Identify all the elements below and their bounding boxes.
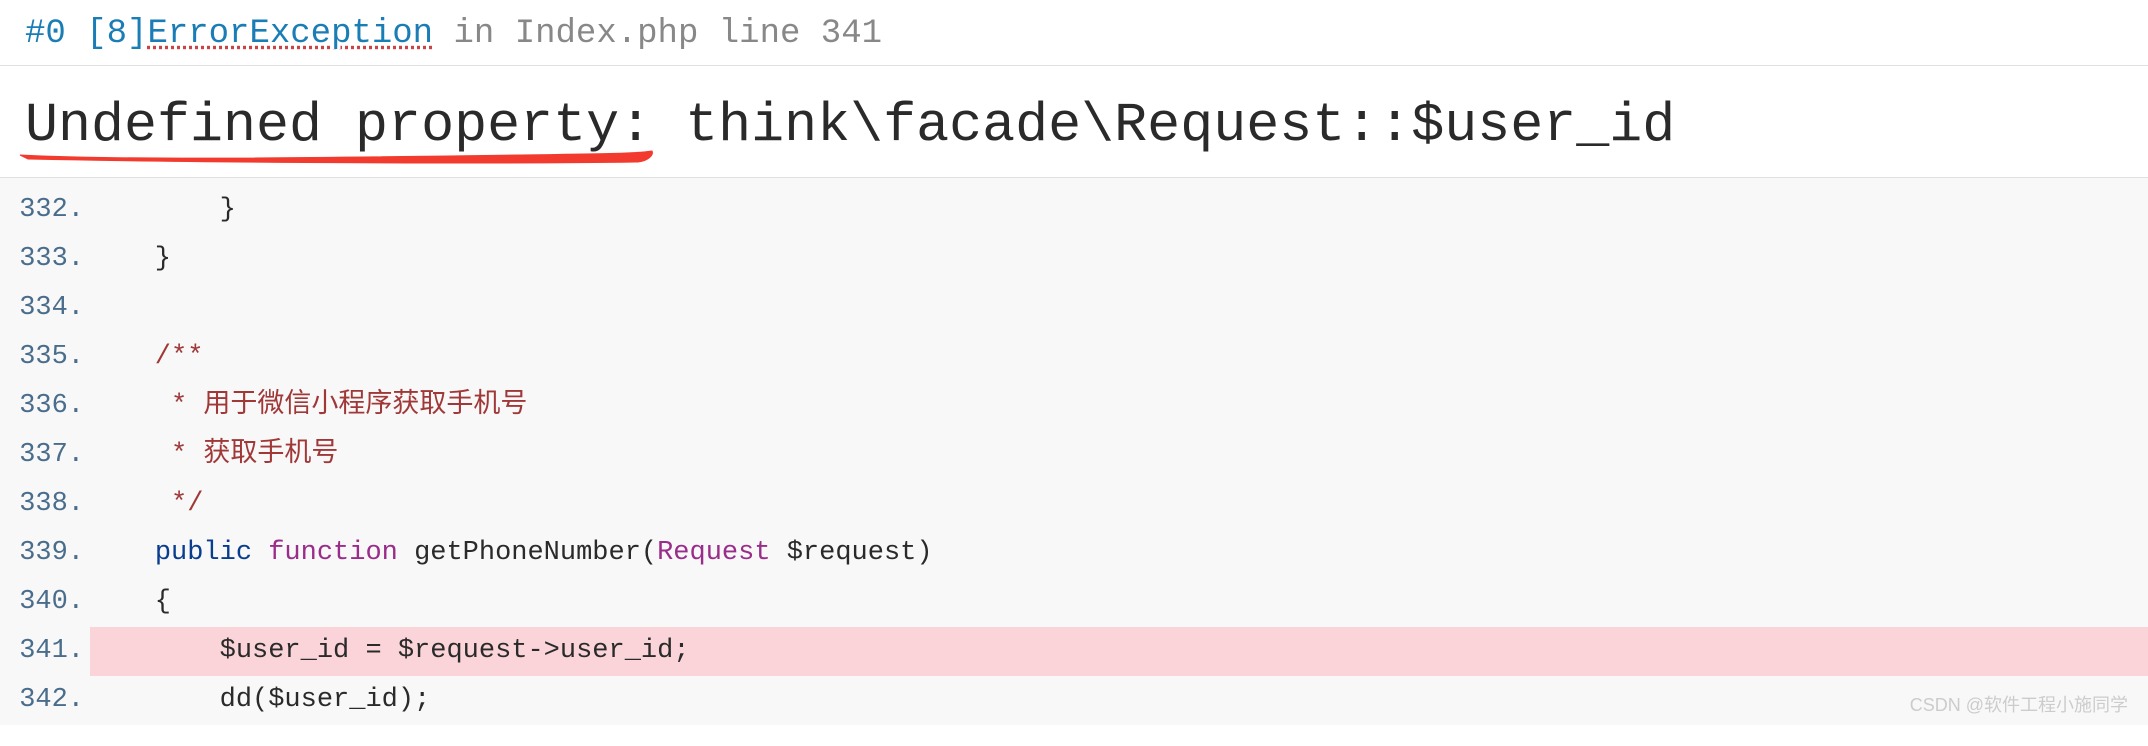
line-number: 341.	[0, 627, 90, 676]
code-content: }	[90, 186, 2148, 235]
code-content: public function getPhoneNumber(Request $…	[90, 529, 2148, 578]
line-number-ref: 341	[821, 15, 882, 53]
code-content: */	[90, 480, 2148, 529]
code-content: /**	[90, 333, 2148, 382]
line-number: 336.	[0, 382, 90, 431]
code-content: {	[90, 578, 2148, 627]
line-number: 338.	[0, 480, 90, 529]
line-number: 333.	[0, 235, 90, 284]
error-message: Undefined property: think\facade\Request…	[0, 66, 2148, 178]
code-line: 337. * 获取手机号	[0, 431, 2148, 480]
code-line: 340. {	[0, 578, 2148, 627]
code-line: 334.	[0, 284, 2148, 333]
watermark-text: CSDN @软件工程小施同学	[1910, 691, 2128, 717]
line-number: 334.	[0, 284, 90, 333]
exception-class-link[interactable]: ErrorException	[147, 15, 433, 53]
error-header: #0 [8]ErrorException in Index.php line 3…	[0, 0, 2148, 66]
in-keyword: in	[454, 15, 495, 53]
code-line: 338. */	[0, 480, 2148, 529]
code-line: 335. /**	[0, 333, 2148, 382]
code-content: $user_id = $request->user_id;	[90, 627, 2148, 676]
code-content	[90, 284, 2148, 333]
code-line: 339. public function getPhoneNumber(Requ…	[0, 529, 2148, 578]
line-number: 342.	[0, 676, 90, 725]
code-line: 336. * 用于微信小程序获取手机号	[0, 382, 2148, 431]
annotation-underline	[18, 147, 658, 167]
source-code-block: 332. }333. }334.335. /**336. * 用于微信小程序获取…	[0, 178, 2148, 725]
code-line: 342. dd($user_id);	[0, 676, 2148, 725]
line-number: 337.	[0, 431, 90, 480]
code-line: 332. }	[0, 186, 2148, 235]
code-content: * 用于微信小程序获取手机号	[90, 382, 2148, 431]
file-name: Index.php	[515, 15, 699, 53]
line-number: 332.	[0, 186, 90, 235]
line-keyword: line	[719, 15, 801, 53]
code-content: }	[90, 235, 2148, 284]
frame-number: #0	[25, 15, 66, 53]
code-line: 341. $user_id = $request->user_id;	[0, 627, 2148, 676]
line-number: 339.	[0, 529, 90, 578]
code-content: dd($user_id);	[90, 676, 2148, 725]
line-number: 340.	[0, 578, 90, 627]
code-content: * 获取手机号	[90, 431, 2148, 480]
code-line: 333. }	[0, 235, 2148, 284]
line-number: 335.	[0, 333, 90, 382]
error-code-bracket: [8]	[86, 15, 147, 53]
